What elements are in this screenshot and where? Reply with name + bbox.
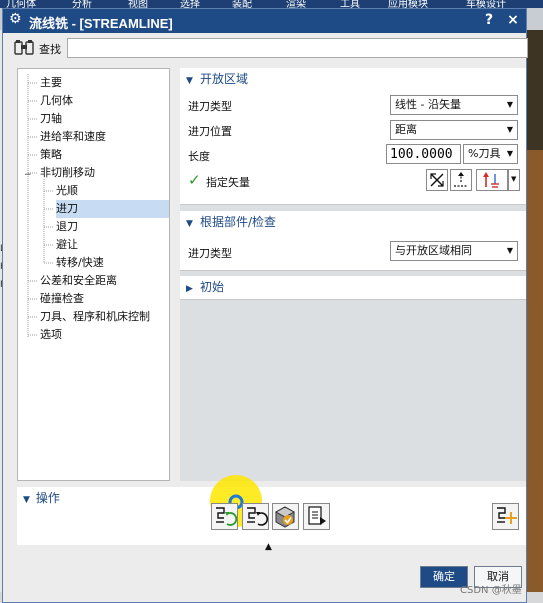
part-entry-type-label: 进刀类型 [188,247,232,260]
tree-item-transfer-rapid[interactable]: 转移/快速 [56,254,168,272]
replay-toolpath-icon [247,507,269,526]
verify-button[interactable] [272,503,299,530]
menu-item[interactable]: 应用模块 [388,0,428,8]
add-operation-button[interactable] [492,503,519,530]
binoculars-icon [13,39,35,57]
tree-item-avoidance[interactable]: 避让 [56,236,168,254]
specify-vector-label: 指定矢量 [206,176,250,189]
initial-group: ▶ 初始 [180,276,526,300]
dropdown-arrow-icon: ▼ [506,246,513,255]
reverse-direction-button[interactable] [476,169,508,191]
dropdown-arrow-icon: ▼ [506,125,513,134]
model-surface [525,150,543,603]
menu-item[interactable]: 车模设计 [466,0,506,8]
part-entry-type-value: 与开放区域相同 [395,244,472,257]
entry-position-select[interactable]: 距离 ▼ [390,120,518,140]
menu-item[interactable]: 装配 [232,0,252,8]
triangle-down-icon: ▼ [186,76,193,86]
part-entry-type-select[interactable]: 与开放区域相同 ▼ [390,241,518,261]
menu-item[interactable]: 分析 [72,0,92,8]
tree-item-collision-check[interactable]: 碰撞检查 [40,290,168,308]
dropdown-arrow-icon: ▼ [506,149,513,158]
tree-item-tool-program-machine[interactable]: 刀具、程序和机床控制 [40,308,168,326]
list-button[interactable] [303,503,330,530]
reverse-arrows-icon [483,172,499,188]
tree-item-tolerance-clearance[interactable]: 公差和安全距离 [40,272,168,290]
entry-position-value: 距离 [395,123,417,136]
replay-button[interactable] [242,503,269,530]
menu-item[interactable]: 视图 [128,0,148,8]
open-area-group: ▼ 开放区域 进刀类型 线性 - 沿矢量 ▼ 进刀位置 距离 ▼ 长度 %刀具 ▼… [180,68,526,205]
watermark: CSDN @秋墨 [460,585,522,596]
tree-item-strategy[interactable]: 策略 [40,146,168,164]
cross-arrows-icon [430,173,444,187]
open-area-header[interactable]: ▼ 开放区域 [180,68,526,90]
tree-item-non-cutting-moves[interactable]: 非切削移动 [40,164,168,182]
verify-toolpath-icon [274,506,296,528]
dotted-vector-icon [454,172,468,187]
tree-item-geometry[interactable]: 几何体 [40,92,168,110]
tree-item-engage[interactable]: 进刀 [56,200,169,218]
part-check-header[interactable]: ▼ 根据部件/检查 [180,211,526,233]
triangle-right-icon: ▶ [186,284,193,294]
inferred-vector-button[interactable] [426,169,448,191]
operation-header[interactable]: ▼ 操作 [23,489,60,506]
checkmark-icon: ✓ [188,171,201,189]
menu-item[interactable]: 选择 [180,0,200,8]
open-area-title: 开放区域 [200,72,249,86]
point-vector-button[interactable] [450,169,472,191]
background-menubar: 几何体 分析 视图 选择 装配 渲染 工具 应用模块 车模设计 [0,0,543,8]
generate-button[interactable] [211,503,238,530]
dialog-title: 流线铣 - [STREAMLINE] [29,16,173,31]
tree-item-main[interactable]: 主要 [40,74,168,92]
search-row: 查找 [13,38,528,58]
collapse-arrow-icon[interactable]: ▲ [265,542,272,552]
tree-item-tool-axis[interactable]: 刀轴 [40,110,168,128]
dropdown-arrow-icon: ▼ [511,175,517,183]
triangle-down-icon: ▼ [23,495,30,505]
close-button[interactable]: × [505,12,521,28]
menu-item[interactable]: 渲染 [286,0,306,8]
background-graphics-area [525,30,543,603]
generate-toolpath-icon [216,507,238,526]
length-unit-value: %刀具 [468,147,501,160]
length-label: 长度 [188,150,210,163]
tree-item-smoothing[interactable]: 光顺 [56,182,168,200]
settings-tree: − 主要 几何体 刀轴 进给率和速度 策略 非切削移动 光顺 进刀 退刀 避让 … [17,68,170,481]
part-check-group: ▼ 根据部件/检查 进刀类型 与开放区域相同 ▼ [180,211,526,271]
search-label: 查找 [39,43,61,56]
part-check-title: 根据部件/检查 [200,215,277,229]
menu-item[interactable]: 几何体 [6,0,36,8]
length-input[interactable] [386,144,461,164]
tree-item-feeds-speeds[interactable]: 进给率和速度 [40,128,168,146]
toolpath-add-icon [497,507,517,524]
initial-title: 初始 [200,280,225,294]
entry-type-select[interactable]: 线性 - 沿矢量 ▼ [390,95,518,115]
dialog-titlebar[interactable]: ⚙ 流线铣 - [STREAMLINE] ? × [3,9,526,33]
operation-title: 操作 [35,491,60,505]
triangle-down-icon: ▼ [186,219,193,229]
length-unit-select[interactable]: %刀具 ▼ [463,144,518,164]
vector-options-dropdown[interactable]: ▼ [508,169,520,191]
svg-text:−: − [24,170,32,180]
entry-type-value: 线性 - 沿矢量 [395,98,461,111]
entry-type-label: 进刀类型 [188,100,232,113]
settings-content: ▼ 开放区域 进刀类型 线性 - 沿矢量 ▼ 进刀位置 距离 ▼ 长度 %刀具 ▼… [180,68,526,481]
entry-position-label: 进刀位置 [188,125,232,138]
tree-item-options[interactable]: 选项 [40,326,168,344]
dropdown-arrow-icon: ▼ [506,100,513,109]
tree-item-retract[interactable]: 退刀 [56,218,168,236]
search-input[interactable] [67,38,528,58]
list-toolpath-icon [308,506,326,525]
help-button[interactable]: ? [481,12,497,28]
gear-icon: ⚙ [9,11,22,27]
initial-header[interactable]: ▶ 初始 [180,276,526,298]
menu-item[interactable]: 工具 [340,0,360,8]
